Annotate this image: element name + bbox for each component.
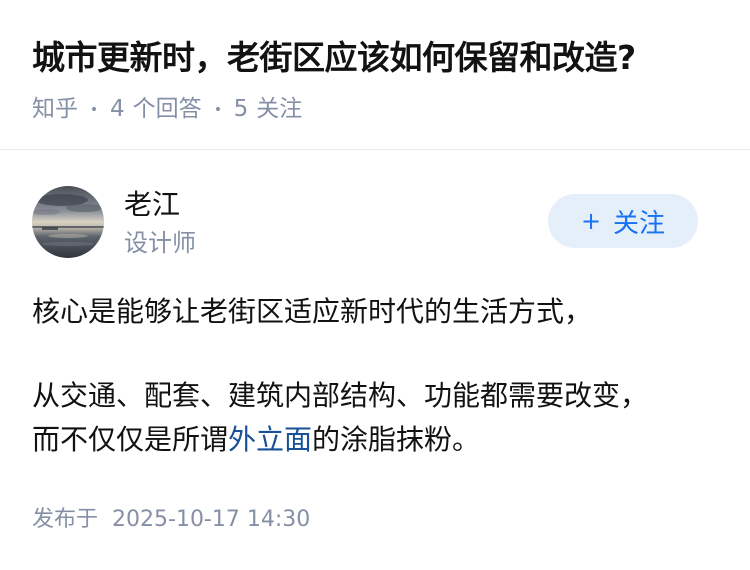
publish-timestamp: 2025-10-17 14:30 [112, 507, 311, 532]
follow-button[interactable]: + 关注 [548, 194, 698, 248]
follow-button-label: 关注 [613, 208, 666, 239]
plus-icon: + [580, 207, 602, 235]
facade-link[interactable]: 外立面 [228, 423, 312, 456]
answer-paragraph: 从交通、配套、建筑内部结构、功能都需要改变， 而不仅仅是所谓外立面的涂脂抹粉。 [32, 374, 722, 462]
answer-line: 从交通、配套、建筑内部结构、功能都需要改变， [32, 379, 649, 412]
avatar[interactable] [32, 186, 104, 258]
publish-info: 发布于 2025-10-17 14:30 [32, 503, 310, 537]
question-header: 城市更新时，老街区应该如何保留和改造? 知乎 4 个回答 5 关注 [0, 0, 750, 150]
author-name[interactable]: 老江 [124, 186, 180, 224]
author-description: 设计师 [124, 229, 196, 257]
separator-dot [215, 107, 220, 111]
answer-text: 而不仅仅是所谓 [32, 423, 229, 456]
question-meta: 知乎 4 个回答 5 关注 [32, 92, 302, 126]
follower-count-label: 关注 [256, 96, 303, 122]
answer-paragraph: 核心是能够让老街区适应新时代的生活方式， [32, 295, 593, 328]
question-title[interactable]: 城市更新时，老街区应该如何保留和改造? [32, 34, 636, 82]
separator-dot [92, 107, 96, 111]
answer-text: 的涂脂抹粉。 [312, 423, 481, 456]
answer-count: 4 [110, 96, 125, 122]
follower-count: 5 [233, 96, 249, 122]
publish-label: 发布于 [32, 507, 99, 532]
answer-count-label: 个回答 [132, 96, 202, 122]
source-label[interactable]: 知乎 [32, 92, 78, 126]
author-row: 老江 设计师 + 关注 [32, 186, 698, 258]
avatar-sunset-photo-icon [32, 186, 104, 258]
answer-body: 核心是能够让老街区适应新时代的生活方式， 从交通、配套、建筑内部结构、功能都需要… [32, 290, 722, 462]
